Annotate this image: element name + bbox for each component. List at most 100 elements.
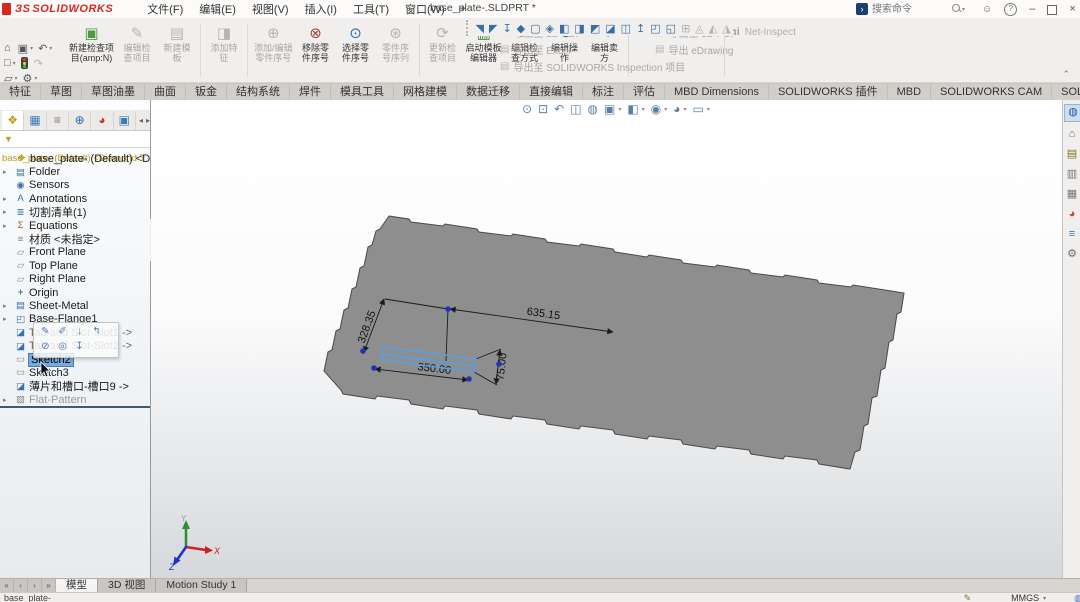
tab-evaluate[interactable]: 评估 (624, 83, 665, 100)
tab-model[interactable]: 模型 (56, 579, 98, 593)
new-inspection-project-button[interactable]: ▣新建检查项 目(amp:N) (66, 22, 117, 63)
expand-icon[interactable]: ▸ (3, 195, 7, 203)
tree-item-folder[interactable]: ▸▤Folder (0, 165, 150, 178)
filter-input[interactable] (17, 133, 150, 145)
tab-mesh-modeling[interactable]: 网格建模 (394, 83, 457, 100)
command-search[interactable]: › ▾ ☺ ? – × (856, 2, 1076, 16)
toolbar-icon-4[interactable]: ◆ (517, 22, 525, 35)
search-caret-icon[interactable]: ▾ (962, 6, 965, 13)
panel-tab-scroll-right-icon[interactable]: ▸ (146, 116, 150, 125)
tree-item-sheet-metal[interactable]: ▸▤Sheet-Metal (0, 299, 150, 312)
tab-data-migration[interactable]: 数据迁移 (457, 83, 520, 100)
menu-insert[interactable]: 插入(I) (305, 1, 337, 17)
tab-weldments[interactable]: 焊件 (290, 83, 331, 100)
normal-to-icon[interactable]: ↧ (71, 341, 88, 352)
expand-icon[interactable]: ▸ (3, 315, 7, 323)
search-input[interactable] (872, 3, 950, 16)
expand-icon[interactable]: ▸ (3, 222, 7, 230)
tree-item-material[interactable]: ≡材质 <未指定> (0, 232, 150, 245)
menu-view[interactable]: 视图(V) (252, 1, 289, 17)
toolbar-icon-2[interactable]: ◤ (489, 22, 497, 35)
menu-edit[interactable]: 编辑(E) (199, 1, 236, 17)
expand-icon[interactable]: ▸ (3, 396, 7, 404)
forum-settings-icon[interactable]: ⚙ (1064, 246, 1080, 262)
rollback-bar[interactable] (0, 406, 150, 408)
panel-tab-scroll-left-icon[interactable]: ◂ (139, 116, 143, 125)
propertymanager-tab[interactable]: ▦ (24, 111, 46, 130)
appearances-icon[interactable]: ◕ (1064, 206, 1080, 222)
tab-annotation[interactable]: 标注 (583, 83, 624, 100)
rollback-icon[interactable]: ↰ (88, 326, 105, 337)
tab-sketch-ink[interactable]: 草图油墨 (82, 83, 145, 100)
help-icon[interactable]: ? (1004, 3, 1017, 16)
toolbar-icon-14[interactable]: ◱ (666, 22, 676, 35)
tab-direct-editing[interactable]: 直接编辑 (520, 83, 583, 100)
options-caret-icon[interactable]: ▾ (34, 75, 37, 82)
expand-icon[interactable]: ▸ (3, 208, 7, 216)
tab-3d-views[interactable]: 3D 视图 (98, 579, 156, 593)
toolbar-icon-8[interactable]: ◨ (574, 22, 584, 35)
tab-motion-study[interactable]: Motion Study 1 (156, 579, 247, 593)
units-selector[interactable]: MMGS (1011, 593, 1039, 602)
nav-last-icon[interactable]: » (42, 579, 56, 593)
view-palette-icon[interactable]: ▦ (1064, 186, 1080, 202)
displaymanager-tab[interactable]: ◕ (91, 111, 113, 130)
filter-funnel-icon[interactable]: ▼ (4, 134, 13, 144)
status-globe-icon[interactable]: ◍ (1074, 593, 1080, 602)
suppress-icon[interactable]: ↓ (71, 326, 88, 337)
toolbar-icon-5[interactable]: ▢ (530, 22, 540, 35)
save-caret-icon[interactable]: ▾ (30, 45, 33, 52)
tree-item-origin[interactable]: +Origin (0, 286, 150, 299)
design-checker-icon[interactable] (21, 57, 28, 69)
nav-prev-icon[interactable]: ‹ (14, 579, 28, 593)
toolbar-icon-9[interactable]: ◩ (590, 22, 600, 35)
expand-icon[interactable]: ▸ (3, 302, 7, 310)
hide-icon[interactable]: ⊘ (37, 341, 54, 352)
restore-button[interactable] (1047, 5, 1057, 15)
tab-structure-system[interactable]: 结构系统 (227, 83, 290, 100)
dimxpert-tab[interactable]: ⊕ (69, 111, 91, 130)
close-button[interactable]: × (1069, 2, 1075, 16)
undo-icon[interactable]: ↶ (38, 42, 47, 55)
resources-home-icon[interactable]: ⌂ (1064, 126, 1080, 142)
toolbar-icon-10[interactable]: ◪ (605, 22, 615, 35)
tab-sketch[interactable]: 草图 (41, 83, 82, 100)
minimize-button[interactable]: – (1029, 2, 1035, 16)
3dexperience-icon[interactable]: ◍ (1064, 104, 1080, 122)
tab-cam[interactable]: SOLIDWORKS CAM (931, 83, 1052, 100)
tab-mbd[interactable]: MBD (888, 83, 931, 100)
user-icon[interactable]: ☺ (982, 4, 992, 15)
toolbar-icon-1[interactable]: ◥ (476, 22, 484, 35)
select-balloon-button[interactable]: ⊙选择零 件序号 (336, 22, 376, 63)
design-library-icon[interactable]: ▤ (1064, 146, 1080, 162)
tree-item-flat-pattern[interactable]: ▸▧Flat-Pattern (0, 393, 150, 406)
tree-root[interactable]: base_plate- (Default) <Diamond T❖base_pl… (0, 152, 150, 165)
file-explorer-icon[interactable]: ▥ (1064, 166, 1080, 182)
featuremanager-tab[interactable]: ❖ (2, 111, 24, 130)
tab-mold-tools[interactable]: 模具工具 (331, 83, 394, 100)
tree-item-top-plane[interactable]: ▱Top Plane (0, 259, 150, 272)
edit-feature-icon[interactable]: ✐ (54, 326, 71, 337)
tree-filter[interactable]: ▼ (0, 131, 150, 148)
ribbon-collapse-icon[interactable]: ⌃ (1062, 69, 1070, 80)
new-caret-icon[interactable]: ▾ (13, 60, 16, 67)
tree-item-sensors[interactable]: ◉Sensors (0, 179, 150, 192)
publish-caret-icon[interactable]: ▾ (14, 75, 17, 82)
redo-icon[interactable]: ↷ (34, 57, 43, 70)
search-icon[interactable] (952, 4, 962, 14)
expand-icon[interactable]: ▸ (3, 168, 7, 176)
menu-tools[interactable]: 工具(T) (353, 1, 389, 17)
zoom-to-selection-icon[interactable]: ◎ (54, 341, 71, 352)
tab-surfaces[interactable]: 曲面 (145, 83, 186, 100)
units-caret-icon[interactable]: ▾ (1043, 595, 1046, 602)
tab-sheet-metal[interactable]: 钣金 (186, 83, 227, 100)
edit-sketch-icon[interactable]: ✎ (37, 326, 54, 337)
toolbar-icon-7[interactable]: ◧ (559, 22, 569, 35)
toolbar-icon-3[interactable]: ↧ (502, 22, 511, 35)
save-icon[interactable]: ▣ (18, 42, 28, 55)
menu-file[interactable]: 文件(F) (147, 1, 183, 17)
tree-item-tab-slot9[interactable]: ◪薄片和槽口-槽口9 -> (0, 380, 150, 393)
toolbar-icon-12[interactable]: ↥ (636, 22, 645, 35)
undo-caret-icon[interactable]: ▾ (49, 45, 52, 52)
tab-cam-tbm[interactable]: SOLIDWORKS CAM TBM (1052, 83, 1080, 100)
